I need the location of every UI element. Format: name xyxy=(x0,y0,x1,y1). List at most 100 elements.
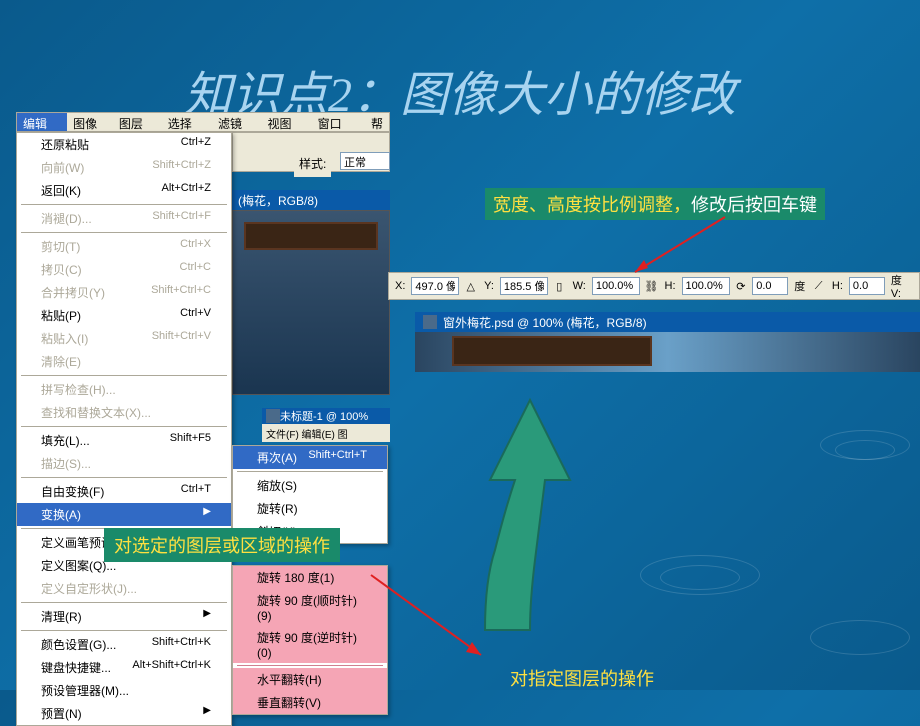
menu-forward[interactable]: 向前(W) Shift+Ctrl+Z xyxy=(17,156,231,179)
menu-keyboard[interactable]: 键盘快捷键... Alt+Shift+Ctrl+K xyxy=(17,656,231,679)
menu-spell[interactable]: 拼写检查(H)... xyxy=(17,378,231,401)
submenu-rotate90cw[interactable]: 旋转 90 度(顺时针)(9) xyxy=(233,589,387,626)
menu-undo-paste[interactable]: 还原粘贴 Ctrl+Z xyxy=(17,133,231,156)
forward-shortcut: Shift+Ctrl+Z xyxy=(152,159,211,176)
forward-label: 向前(W) xyxy=(41,159,84,176)
menu-view[interactable]: 视图(V) xyxy=(261,113,311,131)
document3-frame xyxy=(452,336,652,366)
h-input[interactable] xyxy=(682,277,730,295)
document2-menubar: 文件(F) 编辑(E) 图 xyxy=(262,424,390,442)
menu-findreplace[interactable]: 查找和替换文本(X)... xyxy=(17,401,231,424)
annotation-selected-layer: 对选定的图层或区域的操作 xyxy=(104,528,340,562)
angle-unit: 度 xyxy=(792,278,807,294)
flip-v-label: 垂直翻转(V) xyxy=(257,694,321,711)
color-settings-label: 颜色设置(G)... xyxy=(41,636,116,653)
separator xyxy=(237,665,383,666)
h2-label: H: xyxy=(830,280,845,292)
stroke-label: 描边(S)... xyxy=(41,455,91,472)
fade-shortcut: Shift+Ctrl+F xyxy=(152,210,211,227)
document2-title-text: 未标题-1 @ 100% xyxy=(280,408,368,424)
menu-filter[interactable]: 滤镜(T) xyxy=(212,113,262,131)
menu-preferences[interactable]: 预置(N) ▶ xyxy=(17,702,231,725)
separator xyxy=(21,630,227,631)
free-transform-shortcut: Ctrl+T xyxy=(181,483,211,500)
menu-color-settings[interactable]: 颜色设置(G)... Shift+Ctrl+K xyxy=(17,633,231,656)
separator xyxy=(21,426,227,427)
triangle-icon[interactable]: △ xyxy=(463,278,478,294)
again-label: 再次(A) xyxy=(257,449,297,466)
menu-copy-merged[interactable]: 合并拷贝(Y) Shift+Ctrl+C xyxy=(17,281,231,304)
undo-label: 还原粘贴 xyxy=(41,136,89,153)
menu-select[interactable]: 选择(S) xyxy=(162,113,212,131)
copy-merged-shortcut: Shift+Ctrl+C xyxy=(151,284,211,301)
separator xyxy=(21,204,227,205)
menu-preset-manager[interactable]: 预设管理器(M)... xyxy=(17,679,231,702)
flip-h-label: 水平翻转(H) xyxy=(257,671,322,688)
submenu-scale[interactable]: 缩放(S) xyxy=(233,474,387,497)
copy-shortcut: Ctrl+C xyxy=(180,261,211,278)
divider-icon: ▯ xyxy=(552,278,567,294)
cut-label: 剪切(T) xyxy=(41,238,80,255)
submenu-rotate180[interactable]: 旋转 180 度(1) xyxy=(233,566,387,589)
purge-label: 清理(R) xyxy=(41,608,82,625)
angle-icon: ⟳ xyxy=(734,278,749,294)
document1-frame xyxy=(244,222,378,250)
x-input[interactable] xyxy=(411,277,459,295)
scale-label: 缩放(S) xyxy=(257,477,297,494)
red-arrow-to-link-icon xyxy=(630,212,730,277)
submenu-flip-h[interactable]: 水平翻转(H) xyxy=(233,668,387,691)
x-label: X: xyxy=(393,280,407,292)
y-input[interactable] xyxy=(500,277,548,295)
menu-define-shape[interactable]: 定义自定形状(J)... xyxy=(17,577,231,600)
fill-label: 填充(L)... xyxy=(41,432,90,449)
again-shortcut: Shift+Ctrl+T xyxy=(308,449,367,466)
menu-window[interactable]: 窗口(W) xyxy=(312,113,365,131)
color-settings-shortcut: Shift+Ctrl+K xyxy=(152,636,211,653)
fill-shortcut: Shift+F5 xyxy=(170,432,211,449)
separator xyxy=(21,477,227,478)
keyboard-label: 键盘快捷键... xyxy=(41,659,111,676)
photoshop-menubar: 编辑(E) 图像(I) 图层(L) 选择(S) 滤镜(T) 视图(V) 窗口(W… xyxy=(16,112,390,132)
edit-menu-dropdown: 还原粘贴 Ctrl+Z 向前(W) Shift+Ctrl+Z 返回(K) Alt… xyxy=(16,132,232,726)
skew-icon: ⟋ xyxy=(811,278,826,294)
menu-back[interactable]: 返回(K) Alt+Ctrl+Z xyxy=(17,179,231,202)
menu-layer[interactable]: 图层(L) xyxy=(113,113,162,131)
menu-fill[interactable]: 填充(L)... Shift+F5 xyxy=(17,429,231,452)
menu-fade[interactable]: 消褪(D)... Shift+Ctrl+F xyxy=(17,207,231,230)
menu-copy[interactable]: 拷贝(C) Ctrl+C xyxy=(17,258,231,281)
menu-purge[interactable]: 清理(R) ▶ xyxy=(17,605,231,628)
h2-input[interactable] xyxy=(849,277,885,295)
menu-image[interactable]: 图像(I) xyxy=(67,113,113,131)
submenu-rotate[interactable]: 旋转(R) xyxy=(233,497,387,520)
menu-help[interactable]: 帮 xyxy=(365,113,389,131)
menu-stroke[interactable]: 描边(S)... xyxy=(17,452,231,475)
submenu-flip-v[interactable]: 垂直翻转(V) xyxy=(233,691,387,714)
undo-shortcut: Ctrl+Z xyxy=(181,136,211,153)
submenu-rotate90ccw[interactable]: 旋转 90 度(逆时针)(0) xyxy=(233,626,387,663)
fade-label: 消褪(D)... xyxy=(41,210,92,227)
menu-transform[interactable]: 变换(A) ▶ xyxy=(17,503,231,526)
annotation-specified-layer: 对指定图层的操作 xyxy=(510,665,654,691)
submenu-arrow-icon: ▶ xyxy=(203,705,211,722)
menu-paste[interactable]: 粘贴(P) Ctrl+V xyxy=(17,304,231,327)
paste-label: 粘贴(P) xyxy=(41,307,81,324)
menu-paste-into[interactable]: 粘贴入(I) Shift+Ctrl+V xyxy=(17,327,231,350)
w-input[interactable] xyxy=(592,277,640,295)
menu-clear[interactable]: 清除(E) xyxy=(17,350,231,373)
big-curved-arrow xyxy=(475,380,635,640)
back-label: 返回(K) xyxy=(41,182,81,199)
menu-free-transform[interactable]: 自由变换(F) Ctrl+T xyxy=(17,480,231,503)
angle-input[interactable] xyxy=(752,277,788,295)
menu-edit[interactable]: 编辑(E) xyxy=(17,113,67,131)
style-label: 样式: xyxy=(294,150,331,177)
submenu-again[interactable]: 再次(A) Shift+Ctrl+T xyxy=(233,446,387,469)
separator xyxy=(21,375,227,376)
style-dropdown[interactable]: 正常 xyxy=(340,152,390,170)
link-icon[interactable]: ⛓ xyxy=(644,278,659,294)
menu-cut[interactable]: 剪切(T) Ctrl+X xyxy=(17,235,231,258)
y-label: Y: xyxy=(482,280,496,292)
back-shortcut: Alt+Ctrl+Z xyxy=(161,182,211,199)
rotate-submenu: 旋转 180 度(1) 旋转 90 度(顺时针)(9) 旋转 90 度(逆时针)… xyxy=(232,565,388,715)
document3-title: 窗外梅花.psd @ 100% (梅花，RGB/8) xyxy=(415,312,920,332)
clear-label: 清除(E) xyxy=(41,353,81,370)
